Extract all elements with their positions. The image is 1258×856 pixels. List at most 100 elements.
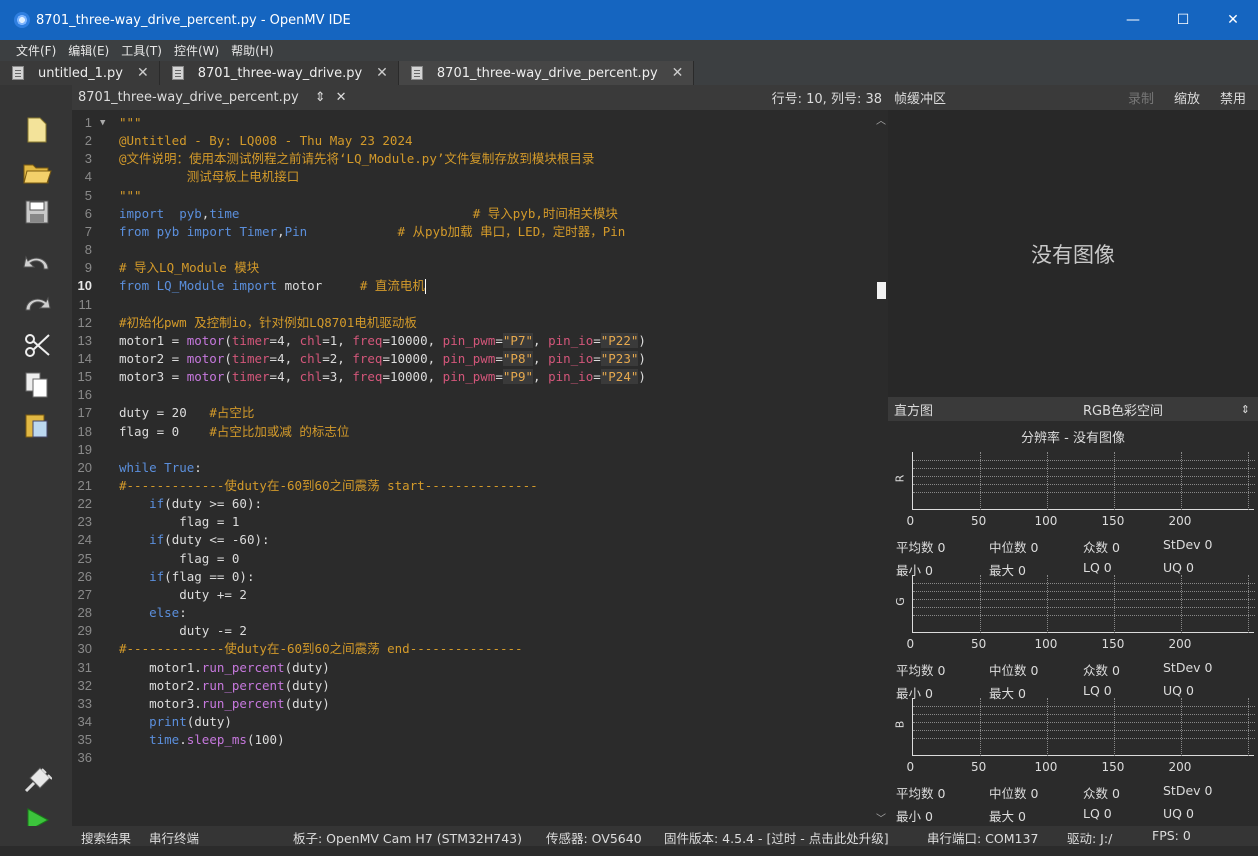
scroll-down-icon[interactable]: ﹀	[876, 810, 886, 825]
redo-icon[interactable]	[22, 288, 52, 318]
code-line[interactable]: 29 duty -= 2	[72, 622, 872, 640]
close-tab-icon[interactable]: ✕	[376, 65, 388, 81]
search-results-tab[interactable]: 搜索结果	[81, 828, 131, 847]
x-tick-label: 100	[1034, 637, 1058, 651]
current-file-name[interactable]: 8701_three-way_drive_percent.py	[78, 90, 299, 105]
minimize-button[interactable]: —	[1108, 0, 1158, 40]
file-icon	[410, 66, 423, 80]
code-line[interactable]: 22 if(duty >= 60):	[72, 495, 872, 513]
code-line[interactable]: 27 duty += 2	[72, 586, 872, 604]
tab-three-way-drive[interactable]: 8701_three-way_drive.py ✕	[159, 61, 399, 85]
code-line[interactable]: 30 #-------------使duty在-60到60之间震荡 end----…	[72, 640, 872, 658]
line-number: 24	[77, 532, 92, 548]
framebuffer-header: 帧缓冲区 录制 缩放 禁用	[888, 85, 1258, 110]
code-line[interactable]: 11	[72, 296, 872, 314]
channel-label: G	[893, 597, 907, 606]
code-line[interactable]: 28 else:	[72, 604, 872, 622]
serial-port-info[interactable]: 串行端口: COM137	[927, 828, 1038, 847]
code-line[interactable]: 13 motor1 = motor(timer=4, chl=1, freq=10…	[72, 332, 872, 350]
grid-line	[913, 722, 1255, 723]
maximize-button[interactable]: ☐	[1158, 0, 1208, 40]
code-line[interactable]: 35 time.sleep_ms(100)	[72, 731, 872, 749]
cut-icon[interactable]	[22, 330, 52, 360]
code-line[interactable]: 1 ▼ """	[72, 114, 872, 132]
firmware-info[interactable]: 固件版本: 4.5.4 - [过时 - 点击此处升级]	[664, 828, 889, 847]
line-number: 6	[84, 205, 92, 221]
code-line[interactable]: 5 """	[72, 187, 872, 205]
zoom-button[interactable]: 缩放	[1174, 88, 1200, 107]
menu-tools[interactable]: 工具(T)	[121, 42, 162, 59]
code-line[interactable]: 34 print(duty)	[72, 713, 872, 731]
code-line[interactable]: 12 #初始化pwm 及控制io，针对例如LQ8701电机驱动板	[72, 314, 872, 332]
x-tick-label: 150	[1101, 514, 1125, 528]
colorspace-dropdown-icon[interactable]: ⇕	[1241, 403, 1250, 416]
fold-arrow-icon[interactable]: ▼	[100, 114, 105, 132]
code-line[interactable]: 21 #-------------使duty在-60到60之间震荡 start--…	[72, 477, 872, 495]
code-line[interactable]: 31 motor1.run_percent(duty)	[72, 659, 872, 677]
file-tab-bar: untitled_1.py ✕ 8701_three-way_drive.py …	[0, 61, 1258, 85]
code-line[interactable]: 19	[72, 441, 872, 459]
code-line[interactable]: 36	[72, 749, 872, 767]
open-folder-icon[interactable]	[22, 157, 52, 187]
code-line[interactable]: 18 flag = 0 #占空比加或减 的标志位	[72, 423, 872, 441]
disable-button[interactable]: 禁用	[1220, 88, 1246, 107]
code-text: flag = 0 #占空比加或减 的标志位	[119, 423, 350, 439]
code-line[interactable]: 7 from pyb import Timer,Pin # 从pyb加载 串口，L…	[72, 223, 872, 241]
menu-edit[interactable]: 编辑(E)	[68, 42, 109, 59]
grid-line	[913, 615, 1255, 616]
fps-info: FPS: 0	[1152, 828, 1191, 843]
code-line[interactable]: 4 测试母板上电机接口	[72, 168, 872, 186]
code-line[interactable]: 9 # 导入LQ_Module 模块	[72, 259, 872, 277]
x-tick-label: 0	[906, 637, 915, 651]
code-line[interactable]: 20 while True:	[72, 459, 872, 477]
drive-info[interactable]: 驱动: J:/	[1067, 828, 1112, 847]
paste-icon[interactable]	[22, 410, 52, 440]
grid-line	[980, 452, 981, 510]
close-editor-icon[interactable]: ✕	[336, 90, 347, 105]
scrollbar-thumb[interactable]	[877, 282, 886, 299]
undo-icon[interactable]	[22, 247, 52, 277]
close-window-button[interactable]: ✕	[1208, 0, 1258, 40]
connect-icon[interactable]	[22, 765, 52, 795]
channel-label: B	[893, 720, 907, 729]
histogram-plot	[912, 575, 1255, 633]
window-title: 8701_three-way_drive_percent.py - OpenMV…	[36, 12, 351, 28]
tab-untitled-1[interactable]: untitled_1.py ✕	[0, 61, 160, 85]
close-tab-icon[interactable]: ✕	[672, 65, 684, 81]
serial-terminal-tab[interactable]: 串行终端	[149, 828, 199, 847]
code-line[interactable]: 23 flag = 1	[72, 513, 872, 531]
scroll-up-icon[interactable]: ︿	[876, 112, 886, 127]
menu-widgets[interactable]: 控件(W)	[174, 42, 219, 59]
code-text: motor2 = motor(timer=4, chl=2, freq=1000…	[119, 350, 646, 366]
menu-file[interactable]: 文件(F)	[16, 42, 56, 59]
colorspace-select[interactable]: RGB色彩空间	[1083, 400, 1163, 419]
code-line[interactable]: 15 motor3 = motor(timer=4, chl=3, freq=10…	[72, 368, 872, 386]
code-line[interactable]: 2 @Untitled - By: LQ008 - Thu May 23 2024	[72, 132, 872, 150]
board-info[interactable]: 板子: OpenMV Cam H7 (STM32H743)	[293, 828, 522, 847]
code-line[interactable]: 33 motor3.run_percent(duty)	[72, 695, 872, 713]
new-file-icon[interactable]	[22, 115, 52, 145]
menu-help[interactable]: 帮助(H)	[231, 42, 273, 59]
record-button[interactable]: 录制	[1128, 88, 1154, 107]
file-switch-icon[interactable]: ⇕	[315, 90, 326, 105]
tab-three-way-drive-percent[interactable]: 8701_three-way_drive_percent.py ✕	[398, 61, 695, 85]
line-number: 33	[77, 695, 92, 711]
code-line[interactable]: 8	[72, 241, 872, 259]
close-tab-icon[interactable]: ✕	[137, 65, 149, 81]
code-text: #-------------使duty在-60到60之间震荡 start----…	[119, 478, 538, 493]
code-editor[interactable]: 1 ▼ """ 2 @Untitled - By: LQ008 - Thu May 23…	[72, 110, 874, 826]
code-line[interactable]: 17 duty = 20 #占空比	[72, 404, 872, 422]
editor-scrollbar[interactable]: ︿ ﹀	[874, 110, 888, 826]
code-line[interactable]: 32 motor2.run_percent(duty)	[72, 677, 872, 695]
code-line[interactable]: 3 @文件说明：使用本测试例程之前请先将‘LQ_Module.py’文件复制存放到…	[72, 150, 872, 168]
code-line[interactable]: 24 if(duty <= -60):	[72, 531, 872, 549]
stat-mode: 众数 0	[1083, 786, 1120, 801]
code-line[interactable]: 10 from LQ_Module import motor # 直流电机	[72, 277, 872, 295]
save-icon[interactable]	[22, 197, 52, 227]
code-line[interactable]: 6 import pyb,time # 导入pyb,时间相关模块	[72, 205, 872, 223]
code-line[interactable]: 26 if(flag == 0):	[72, 568, 872, 586]
code-line[interactable]: 14 motor2 = motor(timer=4, chl=2, freq=10…	[72, 350, 872, 368]
code-line[interactable]: 25 flag = 0	[72, 550, 872, 568]
copy-icon[interactable]	[22, 370, 52, 400]
code-line[interactable]: 16	[72, 386, 872, 404]
